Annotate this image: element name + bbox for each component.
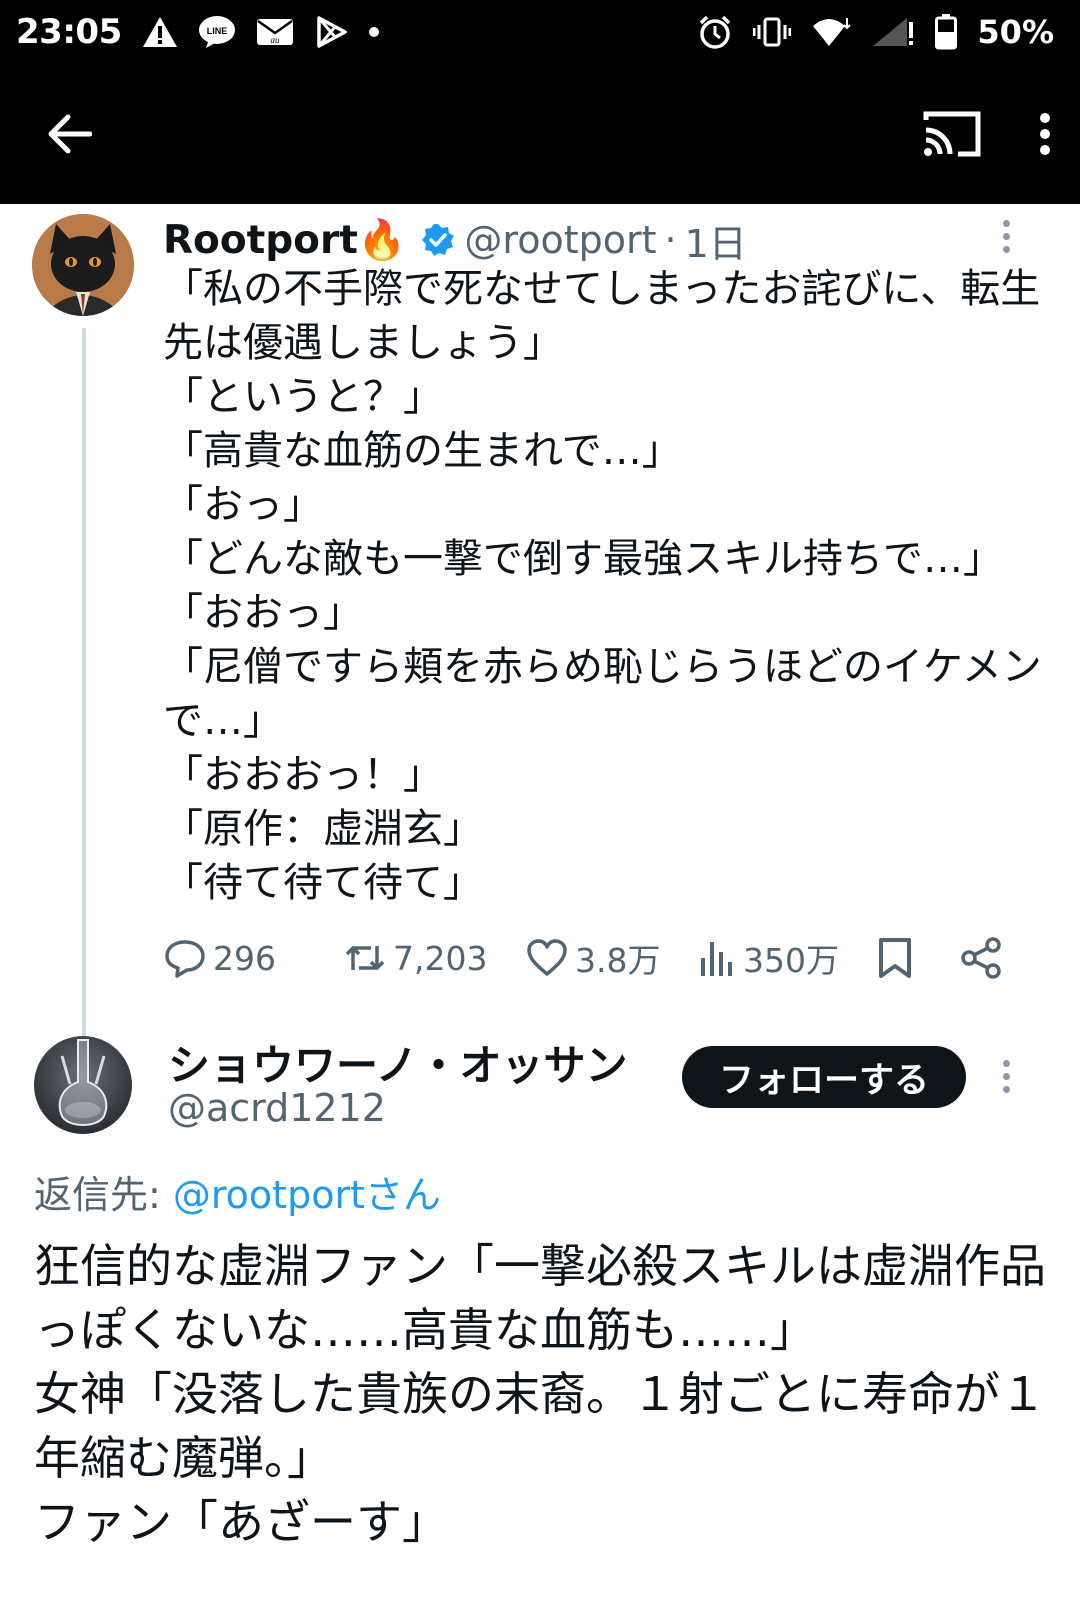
more-dot (1002, 1086, 1010, 1093)
battery-percent: 50% (977, 13, 1054, 51)
tweet-actions: 296 7,203 3.8万 350万 (163, 928, 1033, 988)
follow-button[interactable]: フォローする (682, 1046, 966, 1108)
tweet-header: Rootport🔥 @rootport · 1日 (163, 214, 747, 266)
author-avatar[interactable] (32, 214, 134, 316)
svg-text:LINE: LINE (206, 26, 227, 36)
reply-count: 296 (213, 938, 276, 978)
reply-author-name[interactable]: ショウワーノ・オッサン (168, 1032, 627, 1093)
alarm-icon (700, 15, 731, 49)
heart-icon (527, 939, 567, 976)
line-icon: LINE (198, 16, 235, 48)
bookmark-icon (879, 938, 911, 978)
app-bar-actions (922, 110, 1052, 158)
cast-button[interactable] (922, 110, 982, 158)
retweet-button[interactable]: 7,203 (343, 928, 487, 988)
back-button[interactable] (46, 113, 92, 155)
like-button[interactable]: 3.8万 (525, 928, 660, 988)
share-icon (961, 937, 1001, 979)
reply-icon (165, 940, 205, 978)
black-cat-avatar-icon (32, 214, 134, 316)
thread-line (82, 328, 86, 1048)
reply-more-button[interactable] (996, 1060, 1016, 1093)
status-time: 23:05 (16, 12, 122, 52)
signal-icon (873, 18, 914, 46)
view-count: 350万 (743, 941, 839, 980)
tweet-author-name[interactable]: Rootport🔥 (163, 217, 406, 263)
back-arrow-icon (48, 114, 92, 154)
views-button[interactable]: 350万 (697, 928, 839, 988)
bookmark-button[interactable] (875, 928, 915, 988)
play-store-icon (316, 16, 347, 48)
app-bar (0, 64, 1080, 204)
reply-author-avatar[interactable] (34, 1036, 132, 1134)
tweet-separator: · (664, 218, 677, 262)
reply-text: 狂信的な虚淵ファン「一撃必殺スキルは虚淵作品っぽくないな……高貴な血筋も……」 … (34, 1239, 1046, 1549)
svg-text:au: au (270, 35, 280, 45)
flask-avatar-icon (34, 1036, 132, 1134)
status-bar-left: 23:05 LINE au (16, 12, 380, 52)
tweet-text: 「私の不手際で死なせてしまったお詫びに、転生先は優遇しましょう」 「というと？」… (163, 266, 1042, 906)
overflow-menu-button[interactable] (1038, 112, 1052, 156)
reply-button[interactable]: 296 (163, 928, 276, 988)
dot-icon (368, 27, 379, 37)
reply-author-handle[interactable]: @acrd1212 (168, 1086, 386, 1130)
cast-icon (923, 111, 981, 157)
replying-to-link[interactable]: @rootportさん (173, 1173, 441, 1217)
battery-icon (935, 14, 958, 50)
more-dot (1002, 246, 1010, 253)
retweet-icon (345, 946, 385, 970)
share-button[interactable] (959, 928, 1003, 988)
tweet-more-button[interactable] (996, 220, 1016, 253)
analytics-icon (701, 942, 732, 976)
wifi-icon (813, 18, 852, 46)
replying-to: 返信先: @rootportさん (34, 1164, 441, 1219)
like-count: 3.8万 (575, 941, 661, 980)
warning-icon (142, 17, 177, 47)
more-dot (1002, 1073, 1010, 1080)
vibrate-icon (753, 17, 792, 47)
status-bar-right: 50% (697, 13, 1054, 51)
more-dot (1002, 1060, 1010, 1067)
retweet-count: 7,203 (393, 938, 488, 978)
au-mail-icon: au (256, 19, 293, 45)
overflow-menu-icon (1040, 113, 1050, 155)
status-bar: 23:05 LINE au 50% (0, 0, 1080, 64)
more-dot (1002, 233, 1010, 240)
more-dot (1002, 220, 1010, 227)
verified-badge-icon (422, 224, 455, 256)
replying-prefix: 返信先: (34, 1173, 173, 1217)
tweet-author-handle[interactable]: @rootport (464, 218, 656, 262)
tweet-time[interactable]: 1日 (685, 213, 747, 268)
